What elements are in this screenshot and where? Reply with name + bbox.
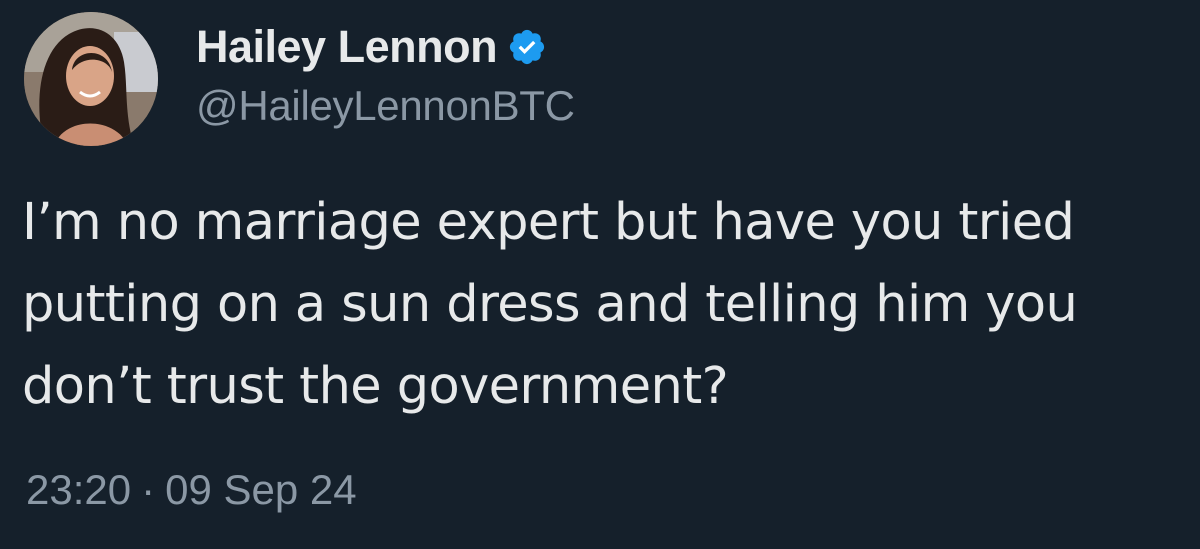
tweet-text-line: I’m no marriage expert but have you trie… — [22, 193, 1075, 252]
author-block[interactable]: Hailey Lennon @HaileyLennonBTC — [196, 18, 575, 130]
tweet-text-line: don’t trust the government? — [22, 357, 729, 416]
tweet-timestamp[interactable]: 23:20 · 09 Sep 24 — [26, 466, 357, 514]
tweet-text: I’m no marriage expert but have you trie… — [22, 182, 1182, 428]
avatar[interactable] — [24, 12, 158, 146]
tweet-text-line: putting on a sun dress and telling him y… — [22, 275, 1078, 334]
meta-separator: · — [141, 466, 156, 513]
user-handle[interactable]: @HaileyLennonBTC — [196, 82, 575, 130]
tweet-date: 09 Sep 24 — [165, 466, 357, 513]
verified-badge-icon — [507, 27, 547, 67]
display-name[interactable]: Hailey Lennon — [196, 21, 498, 73]
tweet-time: 23:20 — [26, 466, 132, 513]
name-row: Hailey Lennon — [196, 18, 575, 76]
tweet-card: Hailey Lennon @HaileyLennonBTC I’m no ma… — [0, 0, 1200, 549]
avatar-photo — [24, 12, 158, 146]
